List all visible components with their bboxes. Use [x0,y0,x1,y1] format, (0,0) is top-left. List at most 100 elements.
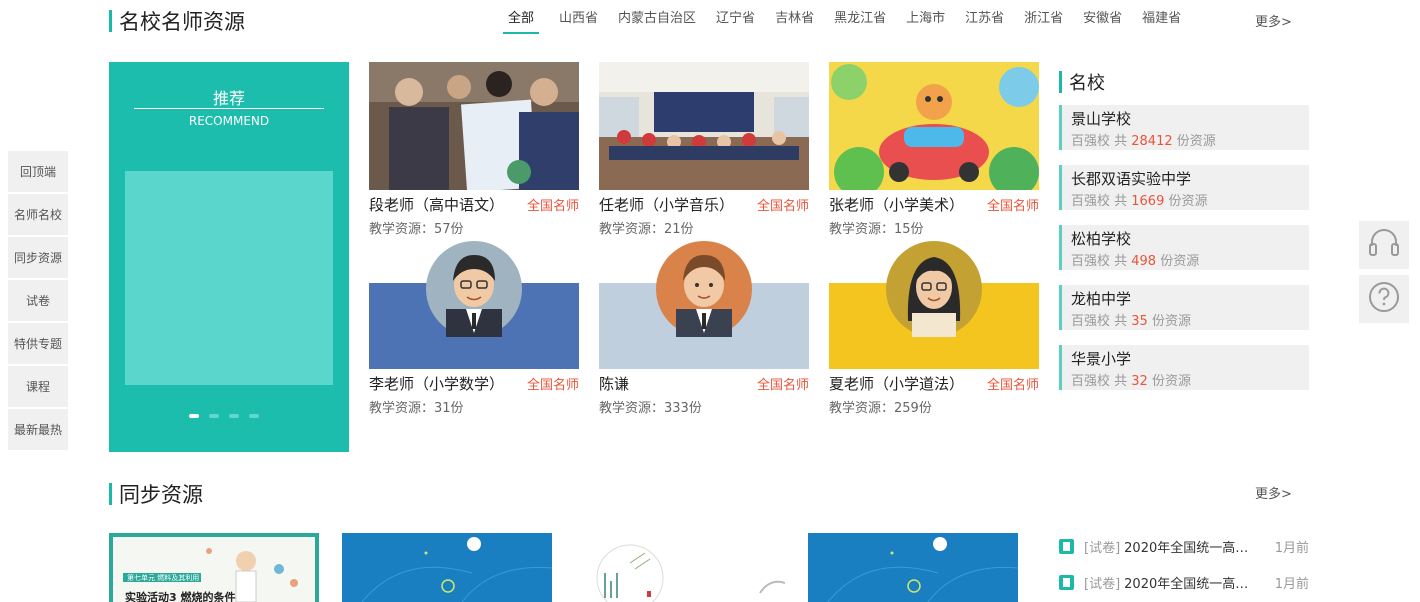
resource-title-label: 实验活动3 燃烧的条件 [125,591,236,602]
teacher-card[interactable]: 任老师（小学音乐） 全国名师 教学资源：21份 [599,62,809,237]
school-name[interactable]: 景山学校 [1071,108,1309,129]
teacher-photo[interactable] [829,62,1039,190]
resource-thumbnail[interactable] [808,533,1018,602]
schools-header: 名校 [1059,70,1105,94]
school-name[interactable]: 松柏学校 [1071,228,1309,249]
school-info-prefix: 百强校 共 [1071,254,1132,269]
school-item[interactable]: 松柏学校 百强校 共 498 份资源 [1059,225,1309,270]
sync-section-header: 同步资源 [109,481,203,507]
school-info-prefix: 百强校 共 [1071,134,1132,149]
more-link[interactable]: 更多> [1255,11,1292,30]
divider [134,108,324,109]
teacher-resources: 教学资源：31份 [369,401,464,416]
teacher-card[interactable]: 段老师（高中语文） 全国名师 教学资源：57份 [369,62,579,237]
carousel-dot[interactable] [189,414,199,418]
teacher-avatar[interactable] [369,241,579,369]
document-title[interactable]: 2020年全国统一高考试卷 [1124,537,1254,556]
carousel-dot[interactable] [249,414,259,418]
teacher-name[interactable]: 张老师（小学美术） [829,194,964,215]
tab-neimenggu[interactable]: 内蒙古自治区 [618,8,696,34]
headset-icon [1368,228,1400,262]
school-item[interactable]: 长郡双语实验中学 百强校 共 1669 份资源 [1059,165,1309,210]
resource-thumbnail[interactable] [342,533,552,602]
tab-jilin[interactable]: 吉林省 [775,8,814,34]
region-tabs: 全部 山西省 内蒙古自治区 辽宁省 吉林省 黑龙江省 上海市 江苏省 浙江省 安… [503,8,1201,34]
teacher-photo[interactable] [599,62,809,190]
side-nav-famous[interactable]: 名师名校 [8,194,68,235]
school-resource-count: 32 [1131,374,1148,389]
help-button[interactable] [1359,275,1409,323]
teacher-avatar[interactable] [829,241,1039,369]
teacher-resources: 教学资源：21份 [599,222,694,237]
tab-fujian[interactable]: 福建省 [1142,8,1181,34]
recommend-panel: 推荐 RECOMMEND [109,62,349,452]
school-resource-count: 35 [1131,314,1148,329]
teacher-name[interactable]: 李老师（小学数学） [369,373,504,394]
teacher-name[interactable]: 段老师（高中语文） [369,194,504,215]
tab-heilongjiang[interactable]: 黑龙江省 [834,8,886,34]
document-category: [试卷] [1084,540,1121,556]
side-nav-latest[interactable]: 最新最热 [8,409,68,450]
carousel-dot[interactable] [229,414,239,418]
section-title: 同步资源 [119,483,203,507]
teacher-card[interactable]: 张老师（小学美术） 全国名师 教学资源：15份 [829,62,1039,237]
famous-section-header: 名校名师资源 [109,8,245,34]
side-nav-top[interactable]: 回顶端 [8,151,68,192]
school-item[interactable]: 景山学校 百强校 共 28412 份资源 [1059,105,1309,150]
resource-thumbnail[interactable]: 第七单元 燃料及其利用 实验活动3 燃烧的条件 [109,533,319,602]
more-link[interactable]: 更多> [1255,483,1292,502]
school-info: 百强校 共 35 份资源 [1071,310,1309,329]
section-title: 名校名师资源 [119,10,245,34]
side-nav-course[interactable]: 课程 [8,366,68,407]
school-name[interactable]: 龙柏中学 [1071,288,1309,309]
document-time: 1月前 [1274,576,1309,592]
document-icon [1059,574,1074,590]
carousel-dots [189,414,269,418]
school-info-prefix: 百强校 共 [1071,314,1132,329]
teacher-photo[interactable] [369,62,579,190]
teacher-name[interactable]: 夏老师（小学道法） [829,373,964,394]
school-info-suffix: 份资源 [1147,374,1191,389]
tab-shanxi[interactable]: 山西省 [559,8,598,34]
side-nav: 回顶端 名师名校 同步资源 试卷 特供专题 课程 最新最热 [8,151,68,452]
recommend-subtitle: RECOMMEND [188,114,270,128]
teacher-name[interactable]: 任老师（小学音乐） [599,194,734,215]
side-nav-sync[interactable]: 同步资源 [8,237,68,278]
teacher-card[interactable]: 夏老师（小学道法） 全国名师 教学资源：259份 [829,241,1039,416]
school-name[interactable]: 长郡双语实验中学 [1071,168,1309,189]
resource-thumbnail[interactable] [575,533,785,602]
school-info-suffix: 份资源 [1172,134,1216,149]
accent-bar [109,483,112,505]
tab-zhejiang[interactable]: 浙江省 [1024,8,1063,34]
tab-jiangsu[interactable]: 江苏省 [965,8,1004,34]
recommend-slide[interactable] [125,171,333,385]
school-info-suffix: 份资源 [1156,254,1200,269]
school-name[interactable]: 华景小学 [1071,348,1309,369]
document-time: 1月前 [1274,540,1309,556]
teacher-card[interactable]: 陈谦 全国名师 教学资源：333份 [599,241,809,416]
document-row[interactable]: [试卷] 2020年全国统一高考试卷 1月前 [1059,536,1309,556]
tab-shanghai[interactable]: 上海市 [906,8,945,34]
teacher-resources: 教学资源：57份 [369,222,464,237]
school-resource-count: 498 [1131,254,1157,269]
tab-liaoning[interactable]: 辽宁省 [716,8,755,34]
teacher-tag: 全国名师 [756,378,809,393]
teacher-card[interactable]: 李老师（小学数学） 全国名师 教学资源：31份 [369,241,579,416]
school-info: 百强校 共 1669 份资源 [1071,190,1309,209]
carousel-dot[interactable] [209,414,219,418]
school-item[interactable]: 龙柏中学 百强校 共 35 份资源 [1059,285,1309,330]
school-info-prefix: 百强校 共 [1071,374,1132,389]
school-info-suffix: 份资源 [1147,314,1191,329]
teacher-name[interactable]: 陈谦 [599,373,629,394]
side-nav-exam[interactable]: 试卷 [8,280,68,321]
tab-anhui[interactable]: 安徽省 [1083,8,1122,34]
tab-all[interactable]: 全部 [503,8,540,34]
teacher-avatar[interactable] [599,241,809,369]
teacher-tag: 全国名师 [526,199,579,214]
customer-service-button[interactable] [1359,221,1409,269]
school-item[interactable]: 华景小学 百强校 共 32 份资源 [1059,345,1309,390]
teacher-resources: 教学资源：333份 [599,401,702,416]
document-row[interactable]: [试卷] 2020年全国统一高考试卷 1月前 [1059,572,1309,592]
side-nav-special[interactable]: 特供专题 [8,323,68,364]
document-title[interactable]: 2020年全国统一高考试卷 [1124,573,1254,592]
